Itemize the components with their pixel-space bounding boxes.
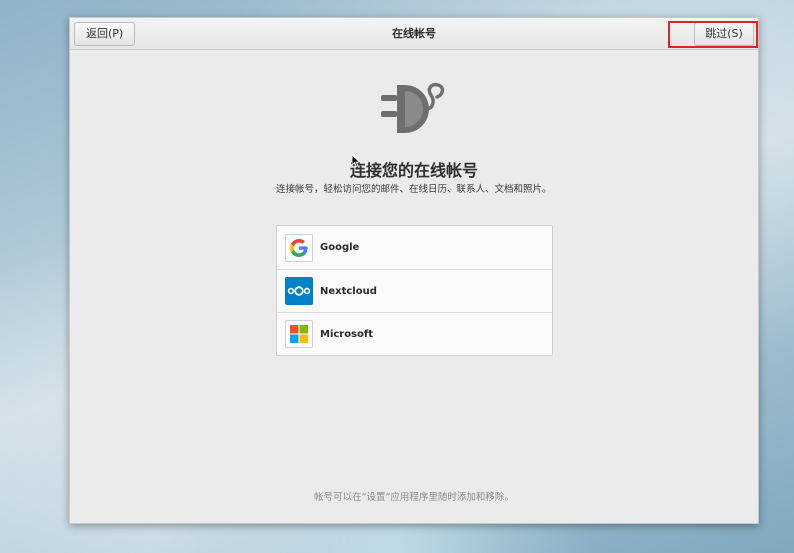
initial-setup-window: 返回(P) 在线帐号 跳过(S) 连接您的在线帐号 连接帐号，轻松访问您的邮件、… — [69, 17, 759, 524]
mouse-cursor-icon — [352, 155, 360, 167]
google-icon — [285, 233, 313, 262]
provider-microsoft-label: Microsoft — [320, 328, 374, 340]
skip-button-highlight — [668, 21, 758, 48]
footer-note: 帐号可以在“设置”应用程序里随时添加和移除。 — [314, 492, 514, 503]
header-bar: 返回(P) 在线帐号 跳过(S) — [70, 18, 758, 50]
provider-nextcloud-label: Nextcloud — [320, 285, 377, 297]
page-heading: 连接您的在线帐号 — [349, 161, 478, 180]
provider-google-label: Google — [320, 242, 360, 253]
microsoft-icon — [285, 320, 313, 348]
nextcloud-icon — [285, 277, 313, 305]
provider-google[interactable]: Google — [277, 226, 552, 269]
provider-list: Google Nextcloud Microsoft — [276, 225, 553, 356]
provider-nextcloud[interactable]: Nextcloud — [277, 269, 552, 312]
window-title: 在线帐号 — [392, 27, 436, 40]
online-accounts-plug-icon — [381, 82, 445, 133]
provider-microsoft[interactable]: Microsoft — [277, 312, 552, 355]
page-description: 连接帐号，轻松访问您的邮件、在线日历、联系人、文档和照片。 — [276, 184, 552, 195]
